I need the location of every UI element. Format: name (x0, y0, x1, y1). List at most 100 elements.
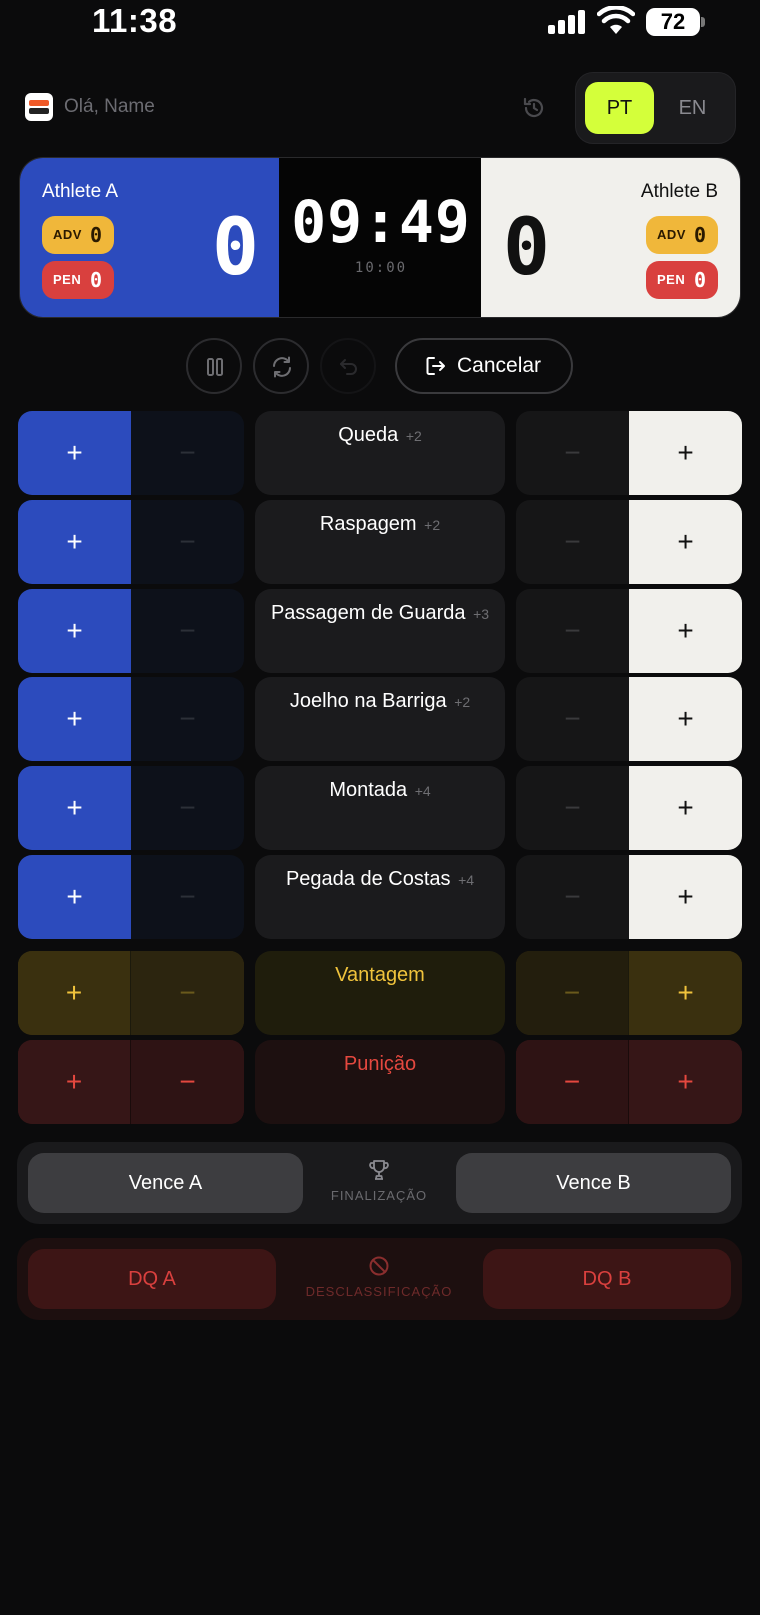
action-row: + − Passagem de Guarda +3 − + (18, 589, 742, 673)
battery-icon: 72 (646, 8, 705, 36)
athlete-a-add-button[interactable]: + (18, 766, 131, 850)
cancel-label: Cancelar (457, 354, 542, 377)
action-label: Joelho na Barriga +2 (255, 677, 505, 761)
disqualification-panel: DQ A DESCLASSIFICAÇÃO DQ B (17, 1238, 742, 1320)
scoreboard: Athlete A ADV 0 PEN 0 0 09:49 10:00 Athl… (19, 157, 741, 318)
action-name: Queda (338, 424, 399, 446)
ban-icon (369, 1256, 389, 1276)
action-name: Pegada de Costas (285, 868, 451, 890)
penalty-label: PEN (53, 272, 82, 287)
undo-button[interactable] (320, 338, 376, 394)
action-points: +3 (473, 606, 490, 622)
athlete-a-penalty-badge: PEN 0 (42, 261, 114, 299)
athlete-b-add-button[interactable]: + (629, 589, 742, 673)
action-points: +4 (414, 783, 431, 799)
athlete-a-panel: Athlete A ADV 0 PEN 0 0 (20, 158, 279, 317)
submission-label: FINALIZAÇÃO (330, 1188, 428, 1203)
athlete-b-remove-advantage-button[interactable]: − (516, 951, 629, 1035)
match-clock: 09:49 (291, 188, 471, 256)
app-logo (25, 93, 53, 121)
athlete-b-remove-button[interactable]: − (516, 411, 629, 495)
athlete-b-remove-button[interactable]: − (516, 677, 629, 761)
athlete-a-remove-button[interactable]: − (131, 589, 244, 673)
dq-b-button[interactable]: DQ B (483, 1249, 731, 1309)
dq-a-button[interactable]: DQ A (28, 1249, 276, 1309)
win-a-button[interactable]: Vence A (28, 1153, 303, 1213)
advantage-label: ADV (657, 227, 686, 242)
trophy-icon (369, 1160, 389, 1180)
athlete-a-penalties: 0 (89, 268, 102, 292)
athlete-a-remove-penalty-button[interactable]: − (131, 1040, 244, 1124)
pause-icon (207, 358, 223, 376)
athlete-a-add-penalty-button[interactable]: + (18, 1040, 131, 1124)
athlete-a-remove-advantage-button[interactable]: − (131, 951, 244, 1035)
athlete-b-penalties: 0 (693, 268, 706, 292)
disqualification-label: DESCLASSIFICAÇÃO (305, 1284, 453, 1299)
submission-panel: Vence A FINALIZAÇÃO Vence B (17, 1142, 742, 1224)
exit-icon (426, 357, 445, 375)
advantage-row: + − Vantagem − + (18, 951, 742, 1035)
athlete-b-score: 0 (503, 203, 550, 293)
wifi-icon (597, 6, 635, 34)
athlete-b-name: Athlete B (640, 181, 718, 202)
athlete-b-remove-button[interactable]: − (516, 589, 629, 673)
action-points: +2 (454, 694, 471, 710)
action-label: Pegada de Costas +4 (255, 855, 505, 939)
action-row: + − Montada +4 − + (18, 766, 742, 850)
penalty-label: Punição (255, 1040, 505, 1124)
cancel-button[interactable]: Cancelar (395, 338, 573, 394)
athlete-a-remove-button[interactable]: − (131, 411, 244, 495)
athlete-a-add-button[interactable]: + (18, 677, 131, 761)
action-name: Montada (329, 779, 408, 801)
athlete-a-remove-button[interactable]: − (131, 500, 244, 584)
action-label: Queda +2 (255, 411, 505, 495)
athlete-a-remove-button[interactable]: − (131, 766, 244, 850)
history-icon[interactable] (521, 95, 547, 121)
advantage-label: ADV (53, 227, 82, 242)
athlete-a-advantage-badge: ADV 0 (42, 216, 114, 254)
action-name: Raspagem (319, 513, 417, 535)
athlete-b-advantages: 0 (693, 223, 706, 247)
athlete-a-add-button[interactable]: + (18, 589, 131, 673)
athlete-a-add-button[interactable]: + (18, 411, 131, 495)
athlete-b-add-button[interactable]: + (629, 500, 742, 584)
status-time: 11:38 (92, 2, 178, 39)
athlete-b-remove-button[interactable]: − (516, 500, 629, 584)
action-row: + − Queda +2 − + (18, 411, 742, 495)
language-switcher: PT EN (575, 72, 736, 144)
athlete-b-remove-button[interactable]: − (516, 766, 629, 850)
athlete-b-remove-penalty-button[interactable]: − (516, 1040, 629, 1124)
action-label: Passagem de Guarda +3 (255, 589, 505, 673)
penalty-row: + − Punição − + (18, 1040, 742, 1124)
action-row: + − Raspagem +2 − + (18, 500, 742, 584)
win-b-button[interactable]: Vence B (456, 1153, 731, 1213)
athlete-b-remove-button[interactable]: − (516, 855, 629, 939)
athlete-b-add-button[interactable]: + (629, 766, 742, 850)
athlete-a-add-advantage-button[interactable]: + (18, 951, 131, 1035)
athlete-b-add-advantage-button[interactable]: + (629, 951, 742, 1035)
lang-option-en[interactable]: EN (658, 82, 727, 134)
advantage-label: Vantagem (255, 951, 505, 1035)
lang-option-pt[interactable]: PT (585, 82, 654, 134)
athlete-b-advantage-badge: ADV 0 (646, 216, 718, 254)
athlete-a-name: Athlete A (42, 181, 119, 202)
pause-button[interactable] (186, 338, 242, 394)
action-row: + − Pegada de Costas +4 − + (18, 855, 742, 939)
status-bar: 11:38 72 (0, 0, 760, 46)
athlete-a-remove-button[interactable]: − (131, 855, 244, 939)
reset-button[interactable] (253, 338, 309, 394)
action-label: Montada +4 (255, 766, 505, 850)
athlete-b-panel: Athlete B ADV 0 PEN 0 0 (481, 158, 740, 317)
athlete-a-remove-button[interactable]: − (131, 677, 244, 761)
athlete-a-add-button[interactable]: + (18, 855, 131, 939)
athlete-a-advantages: 0 (89, 223, 102, 247)
action-points: +2 (424, 517, 441, 533)
athlete-b-add-button[interactable]: + (629, 855, 742, 939)
athlete-a-add-button[interactable]: + (18, 500, 131, 584)
athlete-b-add-button[interactable]: + (629, 411, 742, 495)
action-points: +2 (405, 428, 422, 444)
athlete-b-add-penalty-button[interactable]: + (629, 1040, 742, 1124)
athlete-a-score: 0 (212, 203, 259, 293)
action-row: + − Joelho na Barriga +2 − + (18, 677, 742, 761)
athlete-b-add-button[interactable]: + (629, 677, 742, 761)
